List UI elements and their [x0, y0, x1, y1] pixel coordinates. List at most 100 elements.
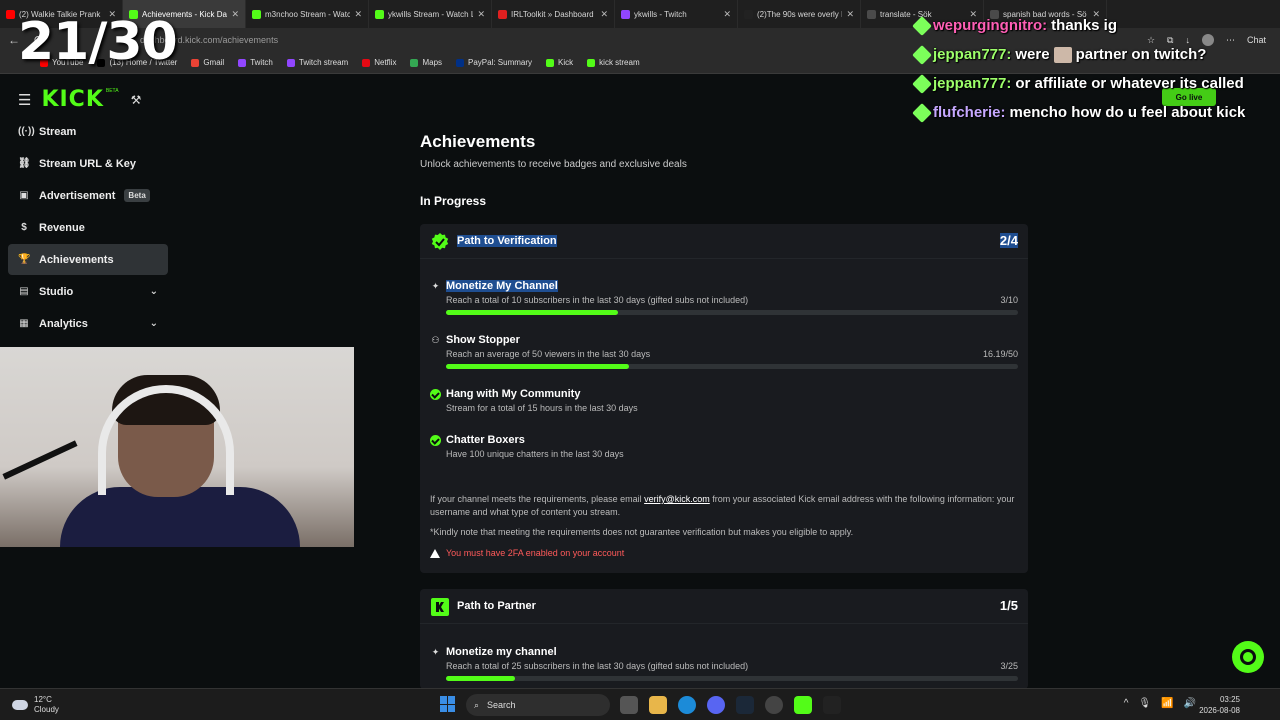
chat-text: mencho how do u feel about kick: [1009, 104, 1246, 121]
verify-email-link[interactable]: verify@kick.com: [644, 494, 710, 504]
sidebar-item-label: Advertisement: [39, 189, 116, 202]
close-tab-icon[interactable]: ✕: [231, 9, 239, 20]
sidebar-item-stream[interactable]: ((·)) Stream: [8, 116, 168, 147]
edge-icon[interactable]: [678, 696, 696, 714]
task-progress-bar: [446, 676, 1018, 681]
terminal-icon[interactable]: [823, 696, 841, 714]
taskbar-apps: [620, 696, 841, 714]
browser-tab[interactable]: (2)The 90s were overly I ✕: [738, 0, 861, 28]
sidebar-item-achievements[interactable]: 🏆 Achievements: [8, 244, 168, 275]
bookmark-label: Twitch stream: [298, 58, 349, 67]
browser-tab[interactable]: ykwills Stream - Watch L ✕: [369, 0, 492, 28]
tab-title: ykwills - Twitch: [634, 9, 687, 19]
task-progress-fill: [446, 676, 515, 681]
chevron-down-icon[interactable]: ⌄: [150, 318, 158, 329]
beta-label: BETA: [105, 87, 119, 94]
mic-icon[interactable]: 🎙: [1138, 698, 1151, 709]
partner-card-header[interactable]: Path to Partner 1/5: [420, 589, 1028, 624]
analytics-icon: ▦: [19, 318, 29, 329]
beta-badge: Beta: [124, 189, 150, 202]
task-desc: Reach an average of 50 viewers in the la…: [446, 349, 651, 359]
sparkle-icon: ✦: [431, 647, 440, 657]
task-desc: Stream for a total of 15 hours in the la…: [446, 403, 638, 413]
browser-tab[interactable]: ykwills - Twitch ✕: [615, 0, 738, 28]
weather-text: Cloudy: [34, 705, 59, 714]
bookmark-item[interactable]: Twitch stream: [286, 58, 349, 67]
task-progress-text: 16.19/50: [982, 349, 1018, 359]
kick-logo[interactable]: KICK: [41, 87, 103, 112]
kick-app-icon[interactable]: [794, 696, 812, 714]
page-subtitle: Unlock achievements to receive badges an…: [420, 159, 687, 170]
verified-badge-icon: [431, 233, 449, 250]
bookmark-item[interactable]: Gmail: [191, 58, 224, 67]
taskbar-search[interactable]: ⌕ Search: [466, 694, 610, 716]
close-tab-icon[interactable]: ✕: [600, 9, 608, 20]
sidebar-item-studio[interactable]: ▤ Studio ⌄: [8, 276, 168, 307]
bookmark-item[interactable]: PayPal: Summary: [456, 58, 532, 67]
menu-icon[interactable]: ☰: [18, 91, 31, 109]
wifi-icon[interactable]: 📶: [1161, 698, 1173, 709]
progress-counter: 21/30: [18, 12, 178, 72]
browser-tab[interactable]: IRLToolkit » Dashboard ✕: [492, 0, 615, 28]
bookmark-icon: [587, 58, 596, 67]
task-progress-text: 3/10: [1000, 295, 1018, 305]
sidebar-item-advertisement[interactable]: ▣ Advertisement Beta: [8, 180, 168, 211]
chat-text: thanks ig: [1051, 17, 1118, 34]
close-tab-icon[interactable]: ✕: [354, 9, 362, 20]
search-icon: ⌕: [474, 699, 480, 710]
close-tab-icon[interactable]: ✕: [723, 9, 731, 20]
trophy-icon: 🏆: [18, 254, 31, 265]
bookmark-label: PayPal: Summary: [468, 58, 533, 67]
achievement-task: Hang with My Community Stream for a total…: [430, 388, 1018, 430]
verification-card-header[interactable]: Path to Verification 2/4: [420, 224, 1028, 259]
mic-arm: [2, 440, 78, 480]
section-heading: In Progress: [420, 194, 487, 208]
chat-overlay: wepurgingnitro: thanks ig jeppan777: were pa…: [912, 0, 1280, 130]
chevron-down-icon[interactable]: ⌄: [150, 286, 158, 297]
support-button[interactable]: [1232, 641, 1264, 673]
clock[interactable]: 03:25 2026-08-08: [1199, 694, 1240, 716]
bookmark-item[interactable]: kick stream: [587, 58, 640, 67]
taskbar-start: [440, 696, 456, 712]
check-circle-icon: [430, 435, 441, 446]
group-icon: ⚇: [431, 335, 440, 345]
hammer-icon[interactable]: ⚒: [131, 93, 142, 107]
sidebar-item-label: Stream URL & Key: [39, 157, 136, 170]
partner-task: ✦ Monetize my channel Reach a total of 2…: [430, 646, 1018, 688]
close-tab-icon[interactable]: ✕: [477, 9, 485, 20]
disclaimer: *Kindly note that meeting the requiremen…: [430, 527, 854, 537]
bookmark-icon: [362, 58, 371, 67]
sidebar-item-label: Achievements: [39, 253, 114, 266]
sidebar-item-revenue[interactable]: $ Revenue: [8, 212, 168, 243]
tray-chevron-icon[interactable]: ^: [1124, 698, 1129, 709]
sidebar-item-stream-url-key[interactable]: ⛓ Stream URL & Key: [8, 148, 168, 179]
bookmark-item[interactable]: Twitch: [238, 58, 273, 67]
chat-text: or affiliate or whatever its called: [1015, 75, 1244, 92]
tab-title: (2)The 90s were overly I: [757, 9, 843, 19]
bookmark-label: Gmail: [203, 58, 225, 67]
bookmark-item[interactable]: Netflix: [362, 58, 396, 67]
chat-username: jeppan777:: [933, 75, 1012, 92]
discord-icon[interactable]: [707, 696, 725, 714]
file-explorer-icon[interactable]: [649, 696, 667, 714]
task-view-icon[interactable]: [620, 696, 638, 714]
bookmark-label: Netflix: [374, 58, 397, 67]
close-tab-icon[interactable]: ✕: [846, 9, 854, 20]
task-progress-bar: [446, 310, 1018, 315]
steam-icon[interactable]: [736, 696, 754, 714]
sidebar-item-analytics[interactable]: ▦ Analytics ⌄: [8, 308, 168, 339]
windows-taskbar: 12°C Cloudy ⌕ Search ^ 🎙 📶 🔊 03:25 2026-…: [0, 688, 1280, 720]
tab-favicon: [252, 9, 261, 19]
obs-icon[interactable]: [765, 696, 783, 714]
windows-start-icon[interactable]: [440, 696, 456, 712]
bookmark-item[interactable]: Kick: [546, 58, 573, 67]
note-text: If your channel meets the requirements, …: [430, 494, 645, 504]
weather-widget[interactable]: 12°C Cloudy: [12, 695, 59, 715]
gem-badge-icon: [912, 102, 932, 123]
chat-username: wepurgingnitro:: [933, 17, 1048, 34]
bookmark-item[interactable]: Maps: [410, 58, 442, 67]
volume-icon[interactable]: 🔊: [1184, 698, 1196, 709]
chat-message: wepurgingnitro: thanks ig: [912, 15, 1118, 36]
browser-tab[interactable]: m3nchoo Stream - Watc ✕: [246, 0, 369, 28]
brand: ☰ KICK BETA ⚒: [18, 87, 141, 112]
